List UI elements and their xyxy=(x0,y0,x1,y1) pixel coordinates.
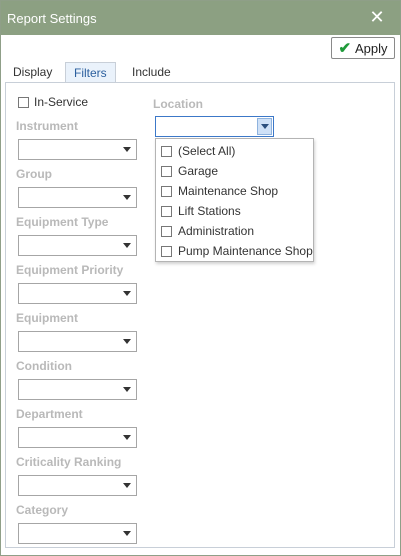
tab-filters[interactable]: Filters xyxy=(65,62,116,82)
title-bar: Report Settings ✕ xyxy=(1,1,400,35)
location-option-maintenance-shop[interactable]: Maintenance Shop xyxy=(161,182,278,200)
equipment-priority-label: Equipment Priority xyxy=(16,263,124,277)
chevron-down-icon xyxy=(123,483,131,488)
apply-button[interactable]: ✔ Apply xyxy=(331,37,395,59)
location-dropdown-button[interactable] xyxy=(257,118,272,135)
chevron-down-icon xyxy=(261,124,269,129)
location-option-administration[interactable]: Administration xyxy=(161,222,254,240)
option-label: Garage xyxy=(178,164,219,178)
group-dropdown[interactable] xyxy=(18,187,137,208)
equipment-priority-dropdown[interactable] xyxy=(18,283,137,304)
criticality-ranking-dropdown[interactable] xyxy=(18,475,137,496)
department-dropdown[interactable] xyxy=(18,427,137,448)
checkmark-icon: ✔ xyxy=(338,39,352,57)
chevron-down-icon xyxy=(123,387,131,392)
equipment-dropdown[interactable] xyxy=(18,331,137,352)
location-options-list: (Select All) Garage Maintenance Shop Lif… xyxy=(155,138,314,262)
condition-dropdown[interactable] xyxy=(18,379,137,400)
close-icon[interactable]: ✕ xyxy=(368,8,386,26)
checkbox-icon xyxy=(161,205,172,217)
option-label: Administration xyxy=(178,224,255,238)
checkbox-icon xyxy=(161,165,172,177)
equipment-type-label: Equipment Type xyxy=(16,215,109,229)
apply-button-label: Apply xyxy=(355,40,388,56)
criticality-ranking-label: Criticality Ranking xyxy=(16,455,122,469)
chevron-down-icon xyxy=(123,243,131,248)
chevron-down-icon xyxy=(123,195,131,200)
location-option-garage[interactable]: Garage xyxy=(161,162,218,180)
chevron-down-icon xyxy=(123,291,131,296)
checkbox-icon xyxy=(161,245,172,257)
instrument-label: Instrument xyxy=(16,119,79,133)
chevron-down-icon xyxy=(123,531,131,536)
chevron-down-icon xyxy=(123,339,131,344)
location-option-pump-maintenance-shop[interactable]: Pump Maintenance Shop xyxy=(161,242,313,260)
checkbox-icon xyxy=(18,96,29,108)
equipment-label: Equipment xyxy=(16,311,78,325)
group-label: Group xyxy=(16,167,52,181)
equipment-type-dropdown[interactable] xyxy=(18,235,137,256)
instrument-dropdown[interactable] xyxy=(18,139,137,160)
checkbox-icon xyxy=(161,185,172,197)
option-label: Pump Maintenance Shop xyxy=(178,244,313,258)
tab-include[interactable]: Include xyxy=(124,62,179,82)
chevron-down-icon xyxy=(123,147,131,152)
category-label: Category xyxy=(16,503,69,517)
window-title: Report Settings xyxy=(7,11,97,26)
location-option-lift-stations[interactable]: Lift Stations xyxy=(161,202,241,220)
condition-label: Condition xyxy=(16,359,72,373)
tab-display[interactable]: Display xyxy=(5,62,60,82)
location-dropdown[interactable] xyxy=(155,116,274,137)
option-label: Maintenance Shop xyxy=(178,184,279,198)
chevron-down-icon xyxy=(123,435,131,440)
in-service-checkbox[interactable]: In-Service xyxy=(18,95,88,109)
location-label: Location xyxy=(153,97,203,111)
department-label: Department xyxy=(16,407,83,421)
option-label: Lift Stations xyxy=(178,204,241,218)
option-label: (Select All) xyxy=(178,144,236,158)
location-option-select-all[interactable]: (Select All) xyxy=(161,142,235,160)
category-dropdown[interactable] xyxy=(18,523,137,544)
checkbox-icon xyxy=(161,145,172,157)
in-service-label: In-Service xyxy=(34,95,89,109)
checkbox-icon xyxy=(161,225,172,237)
